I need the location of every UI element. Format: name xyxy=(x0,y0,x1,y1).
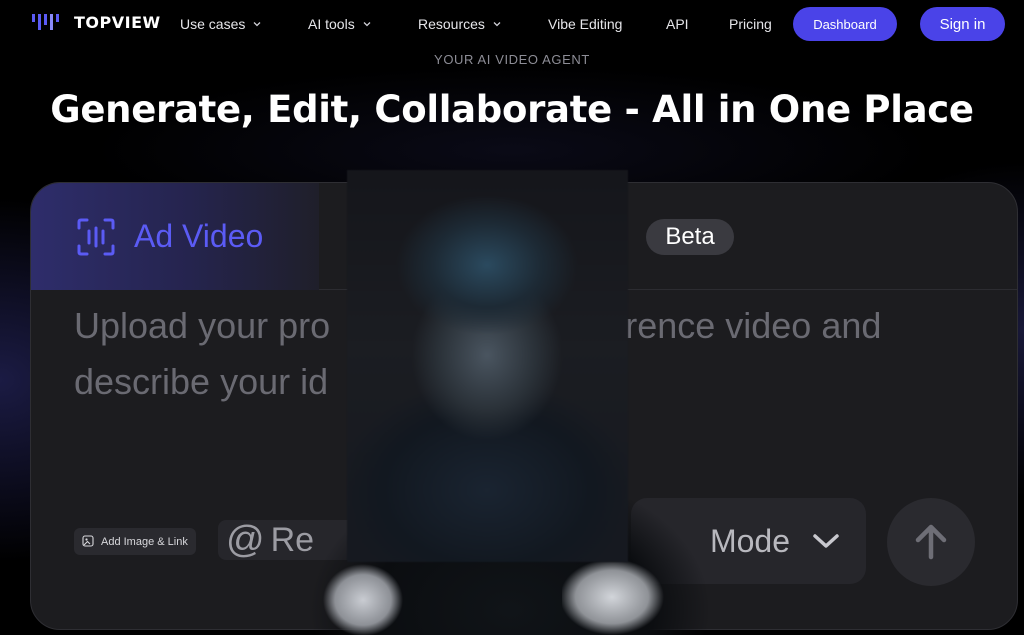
blurred-presenter-face xyxy=(347,170,628,562)
add-image-label: Add Image & Link xyxy=(101,535,188,548)
nav-api-label: API xyxy=(666,16,689,32)
chevron-down-icon xyxy=(493,22,501,27)
image-plus-icon xyxy=(82,535,94,547)
nav-vibe-editing-label: Vibe Editing xyxy=(548,16,623,32)
send-button[interactable] xyxy=(887,498,975,586)
nav-pricing[interactable]: Pricing xyxy=(729,16,772,32)
hero-eyebrow: YOUR AI VIDEO AGENT xyxy=(434,52,590,67)
prompt-line-1-start: Upload your pro xyxy=(74,305,331,346)
nav-ai-tools[interactable]: AI tools xyxy=(308,16,371,32)
hero-headline: Generate, Edit, Collaborate - All in One… xyxy=(50,88,974,131)
brand-name: TOPVIEW xyxy=(74,12,161,32)
scan-waveform-icon xyxy=(77,218,115,255)
sign-in-button[interactable]: Sign in xyxy=(920,7,1005,41)
logo[interactable]: TOPVIEW xyxy=(32,12,161,32)
dashboard-button[interactable]: Dashboard xyxy=(793,7,897,41)
chevron-down-icon xyxy=(813,534,839,548)
nav-use-cases-label: Use cases xyxy=(180,16,246,32)
tab-ad-video[interactable]: Ad Video xyxy=(31,183,319,290)
nav-api[interactable]: API xyxy=(666,16,689,32)
nav-pricing-label: Pricing xyxy=(729,16,772,32)
beta-badge: Beta xyxy=(646,219,734,255)
nav-use-cases[interactable]: Use cases xyxy=(180,16,261,32)
chevron-down-icon xyxy=(363,22,371,27)
presenter-left-hand xyxy=(318,555,403,635)
mode-select-label: Mode xyxy=(709,522,790,559)
nav-resources-label: Resources xyxy=(418,16,485,32)
presenter-right-hand xyxy=(562,555,672,635)
at-sign-icon: @ xyxy=(226,520,265,560)
arrow-up-icon xyxy=(915,524,947,560)
tab-ad-video-label: Ad Video xyxy=(134,218,264,254)
topview-logo-icon xyxy=(32,14,59,30)
chevron-down-icon xyxy=(253,22,261,27)
nav-vibe-editing[interactable]: Vibe Editing xyxy=(548,16,622,32)
nav-ai-tools-label: AI tools xyxy=(308,16,355,32)
top-nav: TOPVIEW Use cases AI tools Resources Vib… xyxy=(0,0,1024,48)
nav-resources[interactable]: Resources xyxy=(418,16,501,32)
add-image-link-button[interactable]: Add Image & Link xyxy=(74,528,196,555)
